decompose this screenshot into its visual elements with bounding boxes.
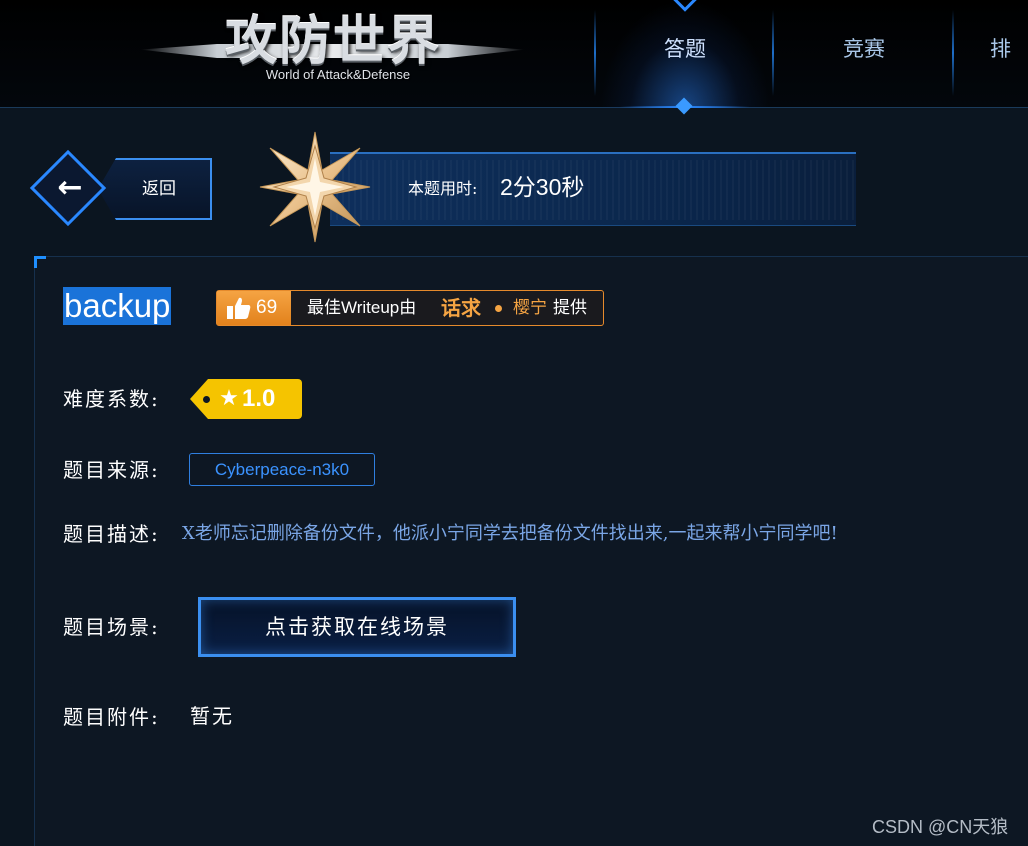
csdn-watermark: CSDN @CN天狼 bbox=[872, 817, 1009, 837]
tag-hole bbox=[203, 396, 210, 403]
thumbs-up-icon bbox=[227, 297, 251, 319]
like-count: 69 bbox=[256, 297, 278, 318]
challenge-panel bbox=[34, 256, 1028, 846]
panel-corner-accent bbox=[34, 256, 46, 268]
writeup-suffix: 提供 bbox=[553, 298, 587, 318]
source-tag[interactable]: Cyberpeace-n3k0 bbox=[189, 453, 375, 486]
writeup-prefix-text: 最佳 bbox=[307, 298, 341, 318]
attachment-label: 题目附件: bbox=[63, 705, 160, 729]
get-online-scene-button[interactable]: 点击获取在线场景 bbox=[198, 597, 516, 657]
top-header: 攻防世界 World of Attack&Defense 答题 竞赛 排行 bbox=[0, 0, 1028, 115]
nav-divider bbox=[772, 10, 774, 96]
writeup-author-secondary[interactable]: 樱宁 bbox=[513, 291, 547, 325]
description-label: 题目描述: bbox=[63, 522, 160, 546]
difficulty-value: 1.0 bbox=[242, 385, 276, 412]
description-text: X老师忘记删除备份文件，他派小宁同学去把备份文件找出来,一起来帮小宁同学吧! bbox=[182, 523, 838, 544]
writeup-prefix: 最佳Writeup由 bbox=[307, 291, 416, 325]
writeup-author-primary[interactable]: 话求 bbox=[441, 291, 481, 325]
challenge-title: backup bbox=[63, 287, 172, 325]
attachment-value: 暂无 bbox=[190, 704, 234, 728]
like-button[interactable]: 69 bbox=[217, 291, 291, 325]
nav-item-competition[interactable]: 竞赛 bbox=[776, 26, 952, 72]
difficulty-tag: ★ 1.0 bbox=[190, 379, 302, 419]
nav-divider bbox=[594, 10, 596, 96]
arrow-left-icon: ← bbox=[57, 170, 83, 205]
writeup-word: Writeup bbox=[341, 298, 400, 317]
logo-title: 攻防世界 bbox=[224, 12, 441, 72]
timer-label: 本题用时: bbox=[408, 179, 478, 198]
star-icon: ★ bbox=[219, 386, 239, 411]
compass-star-icon bbox=[259, 131, 371, 243]
logo-subtitle: World of Attack&Defense bbox=[265, 67, 411, 82]
author-separator-dot bbox=[495, 305, 502, 312]
back-button-label: 返回 bbox=[142, 179, 176, 199]
back-button[interactable]: ← 返回 bbox=[29, 149, 212, 227]
scene-label: 题目场景: bbox=[63, 615, 160, 639]
nav-active-bottom-marker bbox=[620, 97, 750, 115]
nav-item-ranking[interactable]: 排行 bbox=[960, 26, 1028, 72]
site-logo[interactable]: 攻防世界 World of Attack&Defense bbox=[140, 10, 525, 90]
difficulty-label: 难度系数: bbox=[63, 387, 160, 411]
best-writeup-badge[interactable]: 69 最佳Writeup由 话求 樱宁 提供 bbox=[216, 290, 604, 326]
nav-divider bbox=[952, 10, 954, 96]
source-label: 题目来源: bbox=[63, 458, 160, 482]
writeup-by: 由 bbox=[399, 298, 417, 318]
nav-item-answer[interactable]: 答题 bbox=[600, 26, 770, 72]
timer-value: 2分30秒 bbox=[500, 174, 585, 200]
